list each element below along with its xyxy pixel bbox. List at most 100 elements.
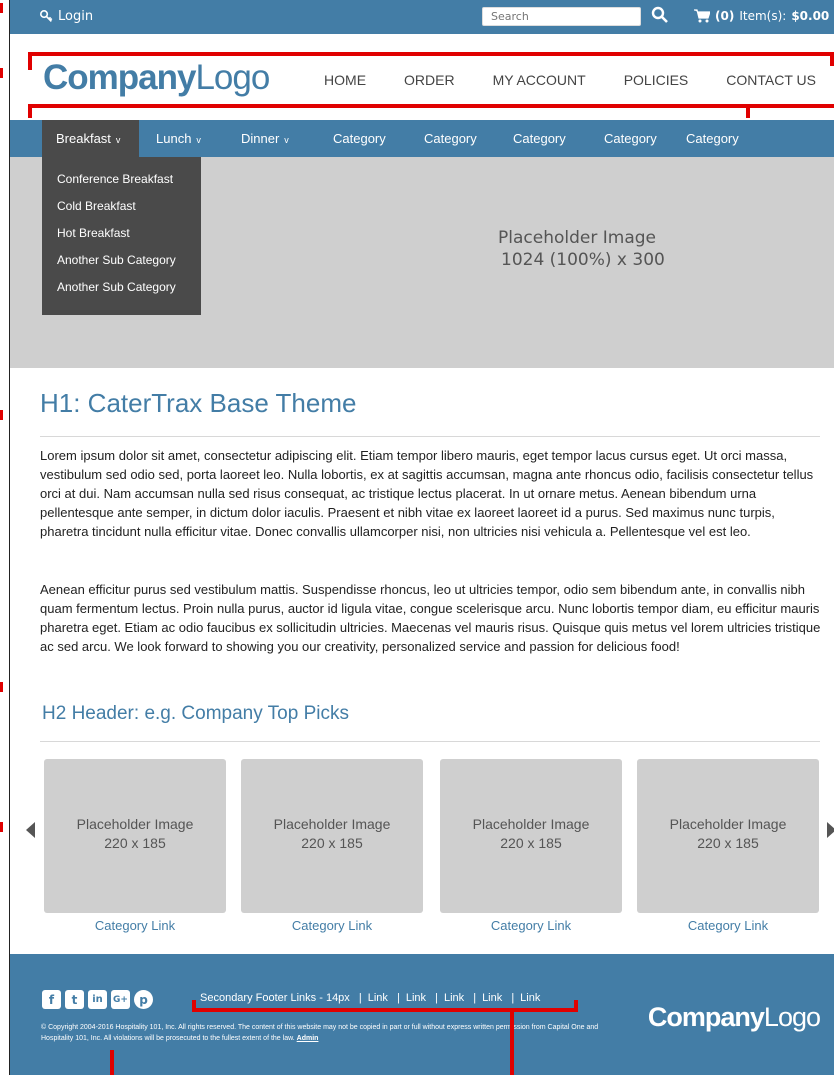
annotation-line	[28, 104, 32, 118]
copyright-text: © Copyright 2004-2016 Hospitality 101, I…	[41, 1022, 601, 1044]
pinterest-icon[interactable]: p	[134, 990, 153, 1009]
placeholder-line1: Placeholder Image	[669, 816, 787, 832]
twitter-icon[interactable]: t	[65, 990, 84, 1009]
key-icon	[40, 10, 53, 22]
carousel-prev-arrow-icon[interactable]	[26, 822, 35, 838]
company-logo[interactable]: CompanyLogo	[43, 58, 270, 98]
annotation-marker	[0, 822, 3, 832]
placeholder-line2: 220 x 185	[500, 835, 562, 851]
footer-link[interactable]: Link	[406, 992, 426, 1004]
product-placeholder-image[interactable]: Placeholder Image 220 x 185	[440, 759, 622, 913]
shopping-cart-icon	[694, 9, 710, 23]
placeholder-line1: Placeholder Image	[472, 816, 590, 832]
nav-my-account[interactable]: MY ACCOUNT	[493, 72, 586, 88]
footer-link[interactable]: Link	[444, 992, 464, 1004]
cart-count: (0)	[715, 9, 735, 23]
cart-link[interactable]: (0) Item(s): $0.00	[694, 9, 829, 23]
annotation-line	[28, 56, 32, 70]
annotation-marker	[0, 682, 3, 692]
hero-caption-line2: 1024 (100%) x 300	[501, 250, 665, 270]
annotation-line	[746, 104, 750, 118]
category-item[interactable]: Category	[604, 120, 657, 157]
footer-logo[interactable]: CompanyLogo	[648, 1002, 821, 1033]
annotation-marker	[0, 68, 3, 78]
category-link[interactable]: Category Link	[637, 918, 819, 933]
category-item[interactable]: Category	[333, 120, 386, 157]
chevron-down-icon: v	[115, 135, 121, 145]
category-item[interactable]: Category	[513, 120, 566, 157]
footer-link[interactable]: Link	[520, 992, 540, 1004]
cart-items-label: Item(s):	[739, 9, 787, 23]
category-item[interactable]: Category	[686, 120, 739, 157]
admin-link[interactable]: Admin	[297, 1035, 319, 1042]
login-label: Login	[58, 9, 94, 24]
dropdown-item[interactable]: Conference Breakfast	[42, 166, 201, 193]
placeholder-line1: Placeholder Image	[76, 816, 194, 832]
footer-link[interactable]: Link	[368, 992, 388, 1004]
dropdown-item[interactable]: Another Sub Category	[42, 247, 201, 274]
annotation-line	[192, 1000, 196, 1012]
secondary-footer-links: Secondary Footer Links - 14px | Link | Lin…	[200, 992, 540, 1004]
google-plus-icon[interactable]: G+	[111, 990, 130, 1009]
product-placeholder-image[interactable]: Placeholder Image 220 x 185	[241, 759, 423, 913]
dropdown-item[interactable]: Hot Breakfast	[42, 220, 201, 247]
linkedin-icon[interactable]: in	[88, 990, 107, 1009]
cart-total: $0.00	[791, 9, 830, 23]
breakfast-dropdown-menu: Conference Breakfast Cold Breakfast Hot …	[42, 157, 201, 315]
annotation-line	[28, 52, 834, 56]
category-item[interactable]: Category	[424, 120, 477, 157]
body-paragraph: Aenean efficitur purus sed vestibulum ma…	[40, 582, 821, 654]
divider	[40, 436, 820, 437]
annotation-line	[574, 1000, 578, 1012]
category-label: Breakfast	[56, 131, 111, 146]
placeholder-line2: 220 x 185	[104, 835, 166, 851]
secondary-links-label: Secondary Footer Links - 14px	[200, 992, 350, 1004]
dropdown-item[interactable]: Cold Breakfast	[42, 193, 201, 220]
placeholder-line1: Placeholder Image	[273, 816, 391, 832]
search-button[interactable]	[651, 6, 671, 26]
separator: |	[511, 992, 515, 1004]
category-link[interactable]: Category Link	[241, 918, 423, 933]
annotation-line	[510, 1012, 514, 1075]
search-input[interactable]	[482, 7, 641, 26]
utility-bar: Login (0) Item(s): $0.00	[10, 0, 834, 34]
category-nav: Breakfast v Lunch v Dinner v Category Categ…	[10, 120, 834, 157]
chevron-down-icon: v	[196, 135, 201, 145]
annotation-line	[28, 104, 834, 108]
annotation-line	[110, 1050, 114, 1075]
annotation-marker	[0, 3, 3, 13]
page: Login (0) Item(s): $0.00 CompanyLogo HOM…	[10, 0, 834, 1075]
search-icon	[651, 6, 668, 23]
copyright-body: © Copyright 2004-2016 Hospitality 101, I…	[41, 1024, 599, 1042]
nav-home[interactable]: HOME	[324, 72, 366, 88]
separator: |	[473, 992, 477, 1004]
category-dinner[interactable]: Dinner v	[241, 120, 289, 157]
category-link[interactable]: Category Link	[44, 918, 226, 933]
chevron-down-icon: v	[284, 135, 289, 145]
nav-policies[interactable]: POLICIES	[624, 72, 689, 88]
placeholder-caption: Placeholder Image 220 x 185	[241, 815, 423, 853]
nav-order[interactable]: ORDER	[404, 72, 455, 88]
login-link[interactable]: Login	[40, 9, 93, 24]
category-breakfast[interactable]: Breakfast v	[42, 120, 139, 157]
category-label: Dinner	[241, 131, 280, 146]
category-link[interactable]: Category Link	[440, 918, 622, 933]
divider	[40, 741, 820, 742]
body-paragraph: Lorem ipsum dolor sit amet, consectetur …	[40, 448, 814, 539]
nav-contact-us[interactable]: CONTACT US	[726, 72, 816, 88]
placeholder-caption: Placeholder Image 220 x 185	[637, 815, 819, 853]
dropdown-item[interactable]: Another Sub Category	[42, 274, 201, 301]
product-placeholder-image[interactable]: Placeholder Image 220 x 185	[637, 759, 819, 913]
category-lunch[interactable]: Lunch v	[156, 120, 201, 157]
separator: |	[358, 992, 362, 1004]
main-nav: HOME ORDER MY ACCOUNT POLICIES CONTACT U…	[286, 72, 816, 88]
category-label: Lunch	[156, 131, 192, 146]
carousel-next-arrow-icon[interactable]	[827, 822, 834, 838]
facebook-icon[interactable]: f	[42, 990, 61, 1009]
footer-link[interactable]: Link	[482, 992, 502, 1004]
separator: |	[396, 992, 400, 1004]
hero-caption-line1: Placeholder Image	[498, 228, 656, 248]
product-placeholder-image[interactable]: Placeholder Image 220 x 185	[44, 759, 226, 913]
placeholder-caption: Placeholder Image 220 x 185	[440, 815, 622, 853]
logo-bold-text: Company	[43, 58, 196, 97]
